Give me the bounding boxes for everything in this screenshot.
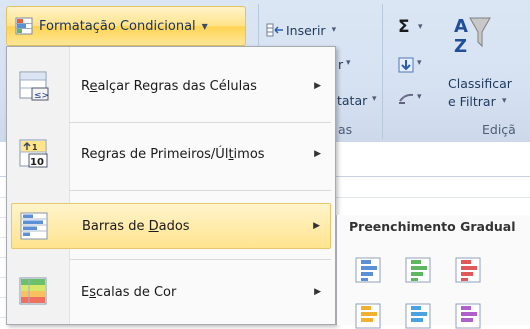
red-data-bar-icon[interactable] [455, 257, 481, 283]
chevron-down-icon: ▾ [418, 22, 423, 32]
chevron-right-icon: ▶ [314, 287, 321, 297]
menu-item-label: Escalas de Cor [81, 284, 177, 300]
chevron-down-icon: ▾ [346, 58, 351, 68]
data-bars-icon [20, 212, 48, 240]
blue-data-bar-icon[interactable] [355, 257, 381, 283]
chevron-down-icon: ▾ [417, 58, 422, 68]
insert-dropdown-arrow: ▾ [331, 25, 337, 35]
svg-text:1: 1 [32, 143, 38, 152]
partial-format-label: tatar [337, 93, 368, 108]
menu-item-data-bars[interactable]: Barras de Dados ▶ [11, 203, 331, 249]
conditional-formatting-menu: ≤> Realçar Regras das Células ▶ 1 10 Reg… [6, 46, 336, 325]
chevron-right-icon: ▶ [314, 81, 321, 91]
menu-separator [69, 190, 331, 191]
menu-item-label: Regras de Primeiros/Últimos [81, 146, 265, 162]
fill-button[interactable]: ▾ [397, 56, 427, 76]
highlight-cells-rules-icon: ≤> [19, 71, 49, 101]
conditional-formatting-label: Formatação Condicional [39, 18, 196, 34]
top-bottom-rules-icon: 1 10 [19, 139, 48, 168]
conditional-formatting-icon [15, 17, 33, 35]
color-scales-icon [19, 277, 47, 305]
menu-separator [69, 259, 331, 260]
green-data-bar-icon[interactable] [405, 257, 431, 283]
data-bars-submenu: Preenchimento Gradual [336, 215, 530, 329]
chevron-right-icon: ▶ [313, 221, 320, 231]
menu-item-highlight-cells-rules[interactable]: ≤> Realçar Regras das Células ▶ [11, 63, 331, 109]
insert-button[interactable]: Inserir ▾ [266, 20, 336, 40]
svg-text:10: 10 [30, 157, 44, 168]
menu-item-color-scales[interactable]: Escalas de Cor ▶ [11, 269, 331, 315]
chevron-down-icon: ▾ [417, 92, 422, 102]
chevron-down-icon: ▾ [502, 96, 507, 106]
eraser-icon [399, 93, 414, 104]
menu-item-label: Barras de Dados [82, 218, 190, 234]
sort-filter-label-line2: e Filtrar [448, 94, 496, 109]
conditional-formatting-button[interactable]: Formatação Condicional ▼ [6, 6, 246, 46]
svg-text:A: A [454, 16, 468, 37]
clear-button[interactable]: ▾ [397, 90, 427, 110]
lightblue-data-bar-icon[interactable] [405, 303, 431, 329]
svg-text:Z: Z [454, 36, 467, 57]
menu-item-label: Realçar Regras das Células [81, 78, 257, 94]
fill-down-icon [398, 57, 414, 73]
menu-separator [69, 122, 331, 123]
menu-item-top-bottom-rules[interactable]: 1 10 Regras de Primeiros/Últimos ▶ [11, 131, 331, 177]
svg-text:≤>: ≤> [34, 91, 49, 101]
insert-cells-icon [266, 23, 283, 37]
autosum-button[interactable]: Σ [398, 17, 410, 37]
purple-data-bar-icon[interactable] [455, 303, 481, 329]
sort-filter-icon: A Z [454, 16, 491, 57]
group-separator [382, 4, 383, 139]
editing-group-label: Ediçã [482, 122, 516, 137]
partial-group-label: as [338, 122, 353, 137]
orange-data-bar-icon[interactable] [355, 303, 381, 329]
chevron-down-icon: ▼ [201, 21, 208, 31]
chevron-right-icon: ▶ [314, 149, 321, 159]
sort-filter-button[interactable]: A Z Classificar e Filtrar ▾ [438, 8, 530, 118]
chevron-down-icon: ▾ [372, 94, 377, 104]
partial-delete-label: r [338, 57, 344, 72]
insert-label: Inserir [286, 22, 326, 38]
gradient-fill-heading: Preenchimento Gradual [349, 219, 516, 234]
sort-filter-label-line1: Classificar [448, 76, 512, 91]
